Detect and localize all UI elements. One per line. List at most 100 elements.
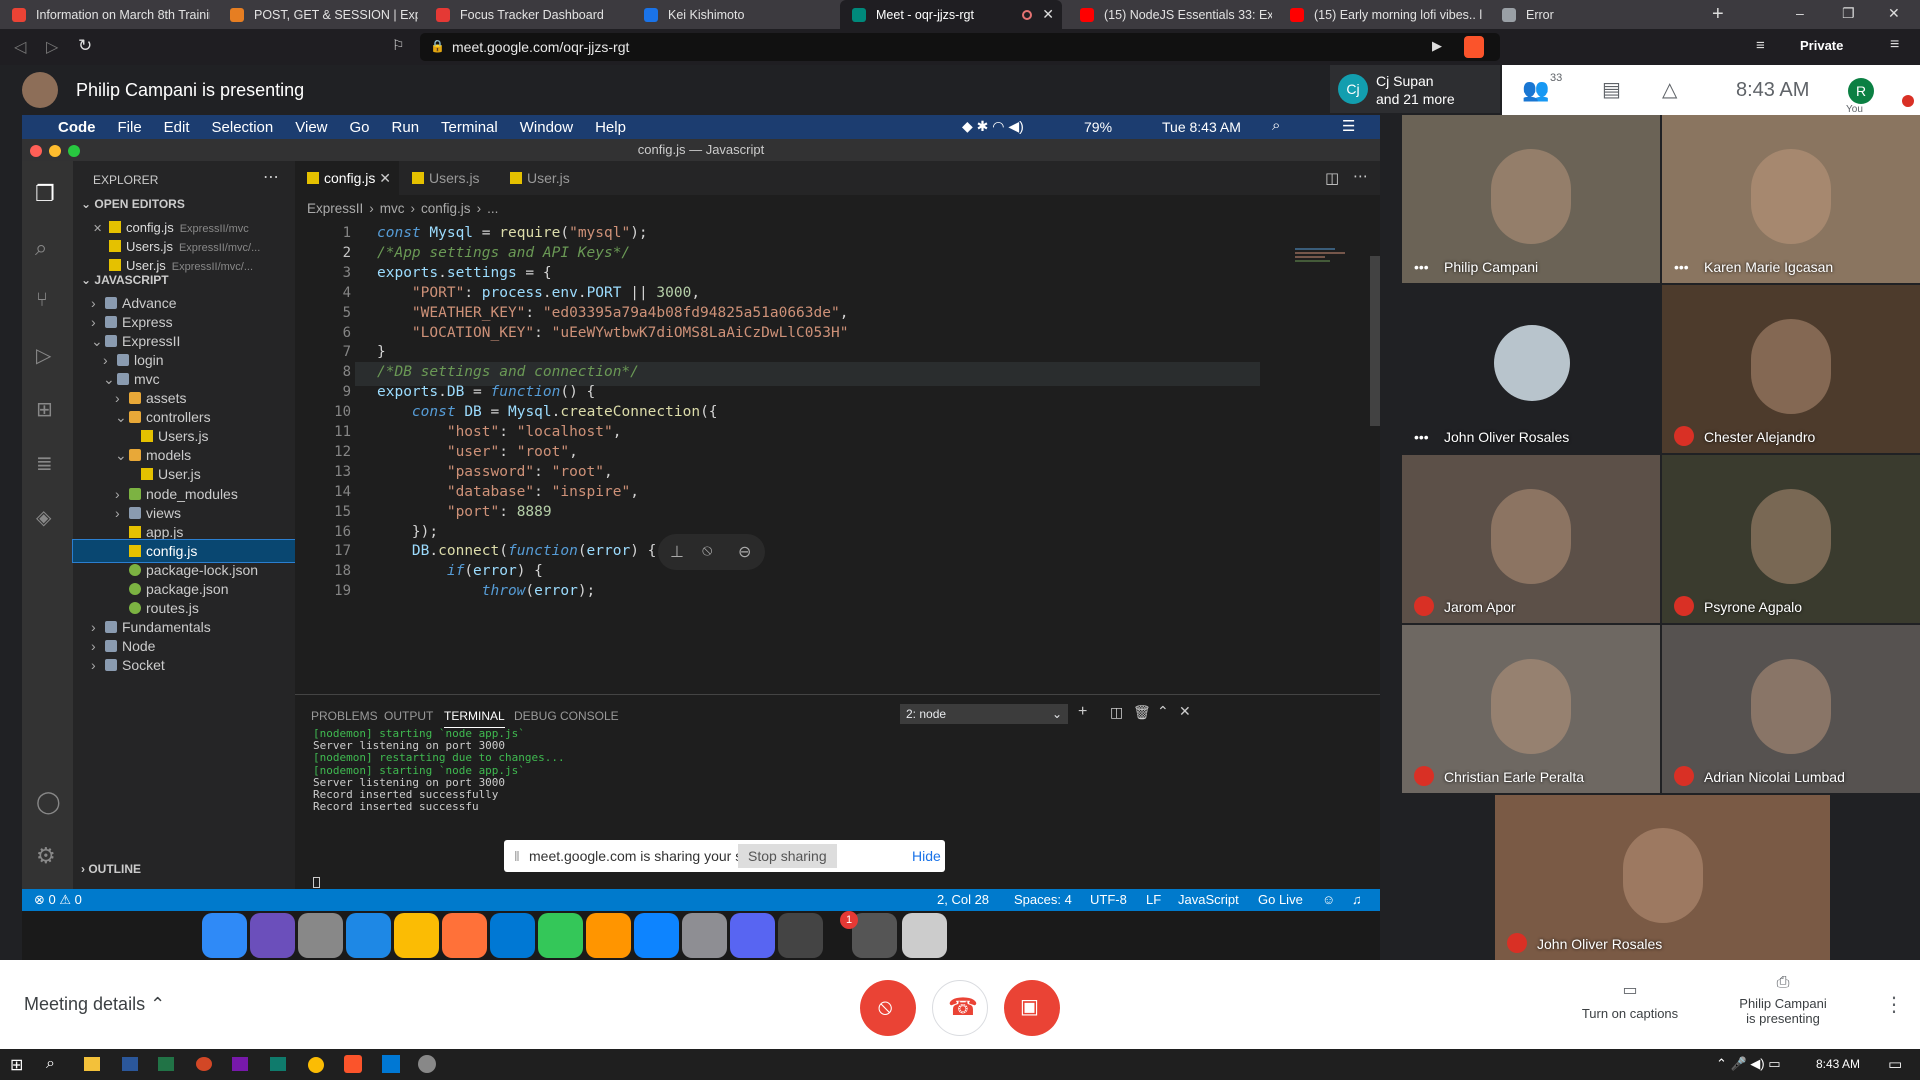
editor-more-icon[interactable]: ⋯ bbox=[1353, 167, 1368, 185]
mac-menu-item[interactable]: Help bbox=[595, 119, 626, 136]
mac-menu-item[interactable]: Terminal bbox=[441, 119, 498, 136]
participants-badge[interactable]: Cj Cj Supan and 21 more bbox=[1330, 65, 1500, 113]
close-window-button[interactable]: ✕ bbox=[1888, 5, 1900, 22]
code-line[interactable]: if(error) { bbox=[377, 563, 543, 579]
mac-menu-item[interactable]: View bbox=[295, 119, 327, 136]
code-line[interactable]: const DB = Mysql.createConnection({ bbox=[377, 404, 718, 420]
terminal-select[interactable]: 2: node ⌄ bbox=[900, 704, 1068, 724]
language-status[interactable]: JavaScript bbox=[1178, 892, 1239, 907]
editor-tab[interactable]: config.js ✕ bbox=[295, 161, 399, 195]
system-preferences-icon[interactable] bbox=[682, 913, 727, 958]
camera-icon[interactable]: ▶ bbox=[1432, 38, 1442, 54]
control-center-icon[interactable]: ☰ bbox=[1342, 117, 1355, 135]
screenshot-icon[interactable] bbox=[852, 913, 897, 958]
mac-menu-item[interactable]: Code bbox=[58, 119, 96, 136]
breadcrumb-item[interactable]: ... bbox=[487, 201, 498, 216]
panel-tab-terminal[interactable]: TERMINAL bbox=[444, 709, 505, 728]
video-tile[interactable]: Christian Earle Peralta bbox=[1402, 625, 1660, 793]
minimize-button[interactable]: – bbox=[1796, 5, 1804, 21]
windows-start-icon[interactable]: ⊞ bbox=[10, 1055, 23, 1075]
more-options-icon[interactable]: ⋮ bbox=[1884, 992, 1904, 1017]
chrome-icon[interactable] bbox=[308, 1057, 324, 1073]
breadcrumb-item[interactable]: mvc bbox=[380, 201, 405, 216]
pin-icon[interactable]: ⊥ bbox=[670, 542, 684, 562]
remove-icon[interactable]: ⊖ bbox=[738, 542, 751, 562]
mac-menu-item[interactable]: Edit bbox=[164, 119, 190, 136]
browser-tab[interactable]: (15) Early morning lofi vibes.. lofi bbox=[1278, 0, 1482, 29]
tray-icons[interactable]: ⌃ 🎤 ◀) ▭ bbox=[1716, 1056, 1781, 1072]
leave-call-button[interactable]: ☎ bbox=[932, 980, 988, 1036]
panel-tab-debug-console[interactable]: DEBUG CONSOLE bbox=[514, 709, 619, 723]
layers-icon[interactable]: ◈ bbox=[36, 505, 51, 530]
new-terminal-icon[interactable]: + bbox=[1078, 703, 1087, 721]
code-line[interactable]: "port": 8889 bbox=[377, 504, 552, 520]
file-explorer-icon[interactable] bbox=[84, 1057, 100, 1071]
indent-status[interactable]: Spaces: 4 bbox=[1014, 892, 1072, 907]
browser-tab[interactable]: Focus Tracker Dashboard bbox=[424, 0, 624, 29]
mac-menu-item[interactable]: Window bbox=[520, 119, 573, 136]
search-icon[interactable]: ⌕ bbox=[35, 235, 47, 261]
stop-sharing-button[interactable]: Stop sharing bbox=[738, 844, 837, 868]
problems-status[interactable]: ⊗ 0 ⚠ 0 bbox=[34, 892, 82, 908]
code-line[interactable]: /*App settings and API Keys*/ bbox=[377, 245, 630, 261]
mac-menu-item[interactable]: Run bbox=[392, 119, 420, 136]
drag-handle-icon[interactable]: ‖ bbox=[514, 848, 520, 864]
panel-tab-problems[interactable]: PROBLEMS bbox=[311, 709, 378, 723]
code-line[interactable]: DB.connect(function(error) { bbox=[377, 543, 656, 559]
editor-tab[interactable]: User.js bbox=[498, 161, 594, 195]
hide-notice-button[interactable]: Hide bbox=[912, 848, 941, 864]
powerpoint-icon[interactable] bbox=[196, 1057, 212, 1071]
open-editors-header[interactable]: ⌄ OPEN EDITORS bbox=[81, 197, 185, 211]
workspace-header[interactable]: ⌄ JAVASCRIPT bbox=[81, 273, 169, 287]
outline-header[interactable]: › OUTLINE bbox=[81, 862, 141, 876]
reload-icon[interactable]: ↻ bbox=[78, 36, 92, 56]
code-line[interactable]: "PORT": process.env.PORT || 3000, bbox=[377, 285, 700, 301]
database-icon[interactable]: ≣ bbox=[36, 451, 53, 476]
maximize-panel-icon[interactable]: ⌃ bbox=[1157, 703, 1169, 720]
captions-button[interactable]: ▭ Turn on captions bbox=[1570, 980, 1690, 1021]
facetime-icon[interactable] bbox=[538, 913, 583, 958]
mac-menu-item[interactable]: Go bbox=[350, 119, 370, 136]
forward-icon[interactable]: ▷ bbox=[46, 37, 58, 57]
siri-icon[interactable] bbox=[250, 913, 295, 958]
vscode-taskbar-icon[interactable] bbox=[382, 1055, 400, 1073]
video-tile[interactable]: John Oliver Rosales bbox=[1495, 795, 1830, 960]
browser-tab[interactable]: Error bbox=[1490, 0, 1690, 29]
video-tile[interactable]: ••• Karen Marie Igcasan bbox=[1662, 115, 1920, 283]
split-terminal-icon[interactable]: ◫ bbox=[1110, 704, 1123, 721]
meeting-details-button[interactable]: Meeting details ⌃ bbox=[24, 994, 165, 1015]
onenote-icon[interactable] bbox=[232, 1057, 248, 1071]
code-line[interactable]: exports.DB = function() { bbox=[377, 384, 595, 400]
activities-icon[interactable]: △ bbox=[1662, 77, 1677, 102]
video-tile[interactable]: Psyrone Agpalo bbox=[1662, 455, 1920, 623]
code-line[interactable]: "LOCATION_KEY": "uEeWYwtbwK7diOMS8LaAiCz… bbox=[377, 325, 849, 341]
browser-tab[interactable]: (15) NodeJS Essentials 33: Expres bbox=[1068, 0, 1272, 29]
notification-center-icon[interactable]: ▭ bbox=[1888, 1055, 1902, 1073]
mic-toggle-button[interactable]: ⦸ bbox=[860, 980, 916, 1036]
app-taskbar-icon[interactable] bbox=[418, 1055, 436, 1073]
spotlight-icon[interactable]: ⌕ bbox=[1272, 117, 1280, 134]
new-tab-button[interactable]: + bbox=[1712, 3, 1724, 26]
more-actions-icon[interactable]: ⋯ bbox=[263, 167, 279, 187]
code-line[interactable]: throw(error); bbox=[377, 583, 596, 599]
excel-icon[interactable] bbox=[158, 1057, 174, 1071]
breadcrumb-item[interactable]: ExpressII bbox=[307, 201, 363, 216]
bookmark-icon[interactable]: ⚐ bbox=[392, 37, 405, 54]
windows-search-icon[interactable]: ⌕ bbox=[46, 1055, 55, 1073]
split-editor-icon[interactable]: ◫ bbox=[1325, 169, 1339, 187]
menu-icon[interactable]: ≡ bbox=[1890, 36, 1899, 54]
minimap[interactable] bbox=[1295, 246, 1360, 276]
settings-gear-icon[interactable]: ⚙ bbox=[36, 843, 56, 869]
code-line[interactable]: "password": "root", bbox=[377, 464, 613, 480]
video-tile[interactable]: Adrian Nicolai Lumbad bbox=[1662, 625, 1920, 793]
cursor-position[interactable]: 2, Col 28 bbox=[937, 892, 989, 907]
browser-tab[interactable]: Information on March 8th Trainin bbox=[0, 0, 210, 29]
code-line[interactable]: exports.settings = { bbox=[377, 265, 552, 281]
vscode-icon[interactable] bbox=[490, 913, 535, 958]
video-tile[interactable]: Chester Alejandro bbox=[1662, 285, 1920, 453]
eol-status[interactable]: LF bbox=[1146, 892, 1161, 907]
browser-tab[interactable]: Meet - oqr-jjzs-rgt ✕ bbox=[840, 0, 1062, 29]
maximize-button[interactable]: ❐ bbox=[1842, 5, 1855, 22]
explorer-icon[interactable]: ❐ bbox=[35, 181, 55, 207]
trash-icon[interactable]: 🗑 bbox=[1133, 704, 1151, 721]
